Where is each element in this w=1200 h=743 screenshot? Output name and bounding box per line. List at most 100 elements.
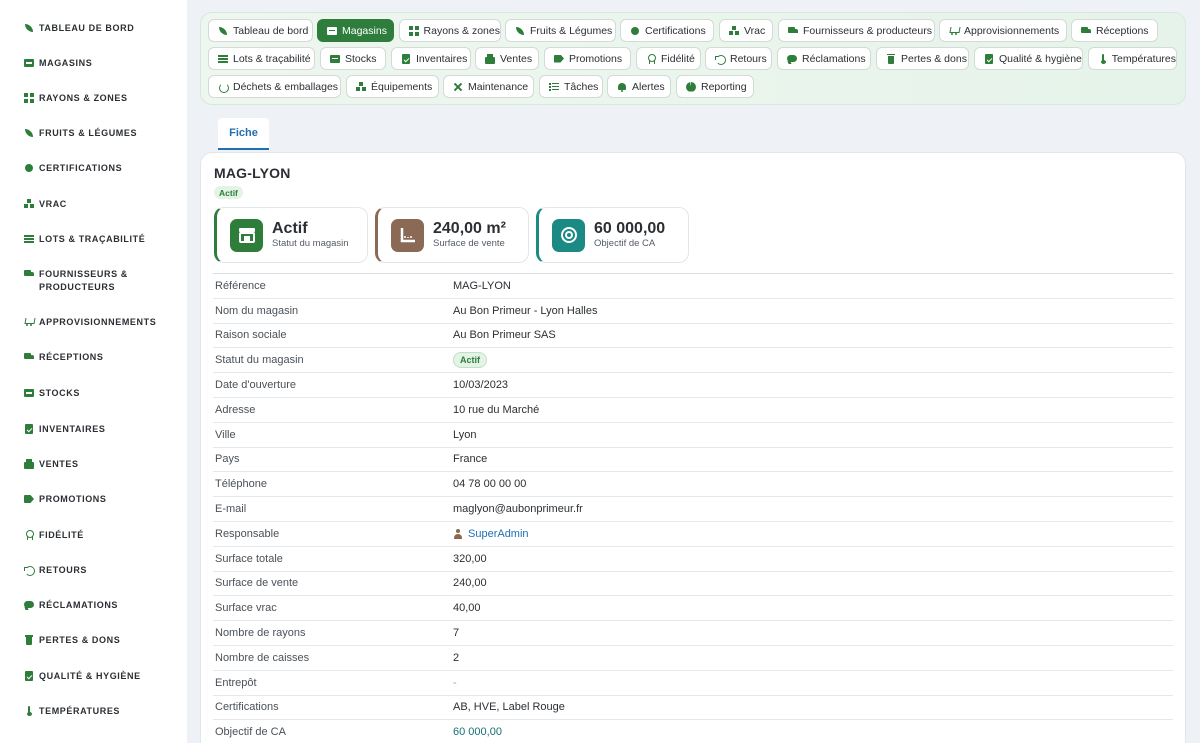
row-label: Pays <box>215 453 240 466</box>
barcode-icon <box>218 54 228 64</box>
table-row: Certifications AB, HVE, Label Rouge <box>213 696 1173 721</box>
sidebar-item-fruits-legumes[interactable]: FRUITS & LÉGUMES <box>24 127 179 140</box>
sidebar-item-fournisseurs-producteurs[interactable]: FOURNISSEURS & PRODUCTEURS <box>24 268 179 294</box>
nav-chip-ventes[interactable]: Ventes <box>475 47 539 70</box>
row-label: Nom du magasin <box>215 304 299 317</box>
nav-chip-reclamations[interactable]: Réclamations <box>777 47 871 70</box>
table-row: Responsable SuperAdmin <box>213 522 1173 547</box>
chip-label: Inventaires <box>416 52 468 65</box>
nav-chip-vrac[interactable]: Vrac <box>719 19 773 42</box>
chip-label: Qualité & hygiène <box>999 52 1082 65</box>
nav-chip-rayons-zones[interactable]: Rayons & zones <box>399 19 501 42</box>
sidebar-item-rayons-zones[interactable]: RAYONS & ZONES <box>24 92 179 105</box>
nav-chip-equipements[interactable]: Équipements <box>346 75 439 98</box>
nav-chip-stocks[interactable]: Stocks <box>320 47 386 70</box>
row-value: Lyon <box>453 428 477 441</box>
sidebar: TABLEAU DE BORD MAGASINS RAYONS & ZONES … <box>0 0 187 743</box>
sidebar-item-label: RÉCEPTIONS <box>39 352 104 362</box>
table-row: Raison sociale Au Bon Primeur SAS <box>213 324 1173 349</box>
row-value: 10 rue du Marché <box>453 403 540 416</box>
warehouse-icon <box>330 54 340 64</box>
row-value: 2 <box>453 651 460 664</box>
sidebar-item-pertes-dons[interactable]: PERTES & DONS <box>24 634 179 647</box>
sidebar-item-inventaires[interactable]: INVENTAIRES <box>24 423 179 436</box>
recycle-icon <box>218 82 229 93</box>
sidebar-item-retours[interactable]: RETOURS <box>24 564 179 577</box>
chip-label: Pertes & dons <box>901 52 967 65</box>
details-table: Référence MAG-LYON Nom du magasin Au Bon P… <box>213 273 1173 743</box>
tab-fiche[interactable]: Fiche <box>218 118 269 150</box>
ruler-icon <box>391 218 424 252</box>
sidebar-item-label: VRAC <box>39 199 67 209</box>
sidebar-item-tableau-de-bord[interactable]: TABLEAU DE BORD <box>24 22 179 35</box>
chip-label: Certifications <box>645 24 706 37</box>
nav-chip-receptions[interactable]: Réceptions <box>1071 19 1158 42</box>
sidebar-item-label: RAYONS & ZONES <box>39 93 128 103</box>
chip-label: Réceptions <box>1096 24 1149 37</box>
nav-chip-alertes[interactable]: Alertes <box>607 75 671 98</box>
responsable-link[interactable]: SuperAdmin <box>453 528 529 540</box>
chip-label: Ventes <box>500 52 533 65</box>
award-icon <box>646 53 656 64</box>
nav-chip-fidelite[interactable]: Fidélité <box>636 47 701 70</box>
nav-chip-certifications[interactable]: Certifications <box>620 19 714 42</box>
nav-chip-taches[interactable]: Tâches <box>539 75 603 98</box>
nav-chip-lots-tracabilite[interactable]: Lots & traçabilité <box>208 47 315 70</box>
sidebar-item-fidelite[interactable]: FIDÉLITÉ <box>24 529 179 542</box>
sidebar-item-lots-tracabilite[interactable]: LOTS & TRAÇABILITÉ <box>24 233 179 246</box>
sidebar-item-certifications[interactable]: CERTIFICATIONS <box>24 162 179 175</box>
nav-chip-pertes-dons[interactable]: Pertes & dons <box>876 47 969 70</box>
nav-chip-qualite-hygiene[interactable]: Qualité & hygiène <box>974 47 1083 70</box>
sidebar-item-label: LOTS & TRAÇABILITÉ <box>39 234 146 244</box>
pie-chart-icon <box>686 82 696 92</box>
sidebar-item-reclamations[interactable]: RÉCLAMATIONS <box>24 599 179 612</box>
chip-label: Approvisionnements <box>964 24 1060 37</box>
sidebar-item-magasins[interactable]: MAGASINS <box>24 57 179 70</box>
undo-icon <box>715 54 726 65</box>
nav-chip-approvisionnements[interactable]: Approvisionnements <box>939 19 1067 42</box>
nav-chip-maintenance[interactable]: Maintenance <box>443 75 534 98</box>
sidebar-item-ventes[interactable]: VENTES <box>24 458 179 471</box>
nav-chip-reporting[interactable]: Reporting <box>676 75 754 98</box>
store-icon <box>327 26 337 36</box>
nav-chip-promotions[interactable]: Promotions <box>544 47 631 70</box>
table-row: Surface totale 320,00 <box>213 547 1173 572</box>
sidebar-item-temperatures[interactable]: TEMPÉRATURES <box>24 705 179 718</box>
sidebar-item-qualite-hygiene[interactable]: QUALITÉ & HYGIÈNE <box>24 670 179 683</box>
sidebar-item-approvisionnements[interactable]: APPROVISIONNEMENTS <box>24 316 179 329</box>
chat-icon <box>24 600 34 610</box>
clipboard-icon <box>984 53 994 64</box>
chip-label: Tableau de bord <box>233 24 309 37</box>
nav-chip-fournisseurs-producteurs[interactable]: Fournisseurs & producteurs <box>778 19 935 42</box>
bell-icon <box>617 82 627 92</box>
store-icon <box>24 58 34 68</box>
sidebar-item-receptions[interactable]: RÉCEPTIONS <box>24 351 179 364</box>
nav-chip-tableau-de-bord[interactable]: Tableau de bord <box>208 19 313 42</box>
row-label: Certifications <box>215 701 279 714</box>
row-label: Ville <box>215 428 236 441</box>
responsable-name: SuperAdmin <box>468 527 529 540</box>
table-row: Téléphone 04 78 00 00 00 <box>213 472 1173 498</box>
chip-label: Lots & traçabilité <box>233 52 311 65</box>
nav-chip-dechets-emballages[interactable]: Déchets & emballages <box>208 75 341 98</box>
sidebar-item-label: QUALITÉ & HYGIÈNE <box>39 671 141 681</box>
table-row: Objectif de CA 60 000,00 <box>213 720 1173 743</box>
sidebar-item-vrac[interactable]: VRAC <box>24 198 179 211</box>
chip-label: Rayons & zones <box>423 24 500 37</box>
row-value: 60 000,00 <box>453 726 502 739</box>
trash-icon <box>886 53 896 64</box>
kpi-statut: Actif Statut du magasin <box>214 207 368 263</box>
nav-chip-retours[interactable]: Retours <box>705 47 772 70</box>
nav-chip-fruits-legumes[interactable]: Fruits & Légumes <box>505 19 616 42</box>
chip-label: Fidélité <box>661 52 695 65</box>
table-row: Nom du magasin Au Bon Primeur - Lyon Hall… <box>213 299 1173 324</box>
sidebar-item-promotions[interactable]: PROMOTIONS <box>24 493 179 506</box>
row-value: AB, HVE, Label Rouge <box>453 701 565 714</box>
nav-chip-magasins[interactable]: Magasins <box>317 19 394 42</box>
nav-chip-temperatures[interactable]: Températures <box>1088 47 1177 70</box>
row-label: Surface de vente <box>215 577 299 590</box>
sidebar-item-stocks[interactable]: STOCKS <box>24 387 179 400</box>
tag-icon <box>554 54 564 64</box>
nav-chip-inventaires[interactable]: Inventaires <box>391 47 471 70</box>
sidebar-item-label: FIDÉLITÉ <box>39 530 84 540</box>
